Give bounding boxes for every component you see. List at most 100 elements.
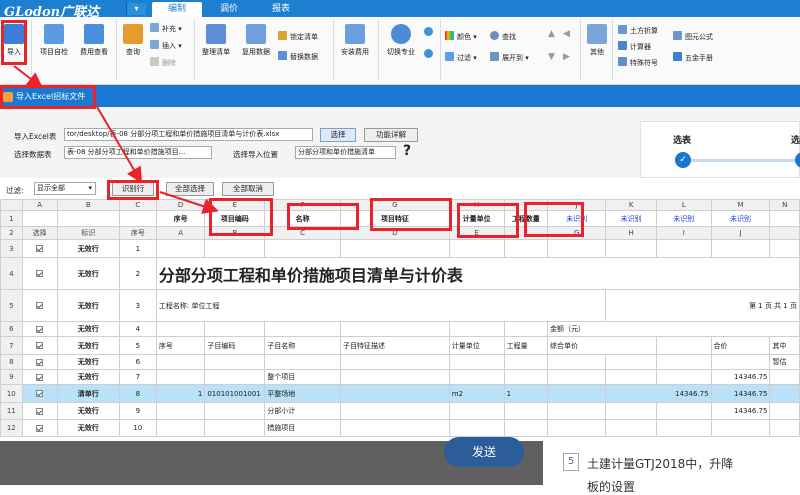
table-cell: 整个项目 (264, 369, 341, 385)
install-fee-button[interactable]: 安装费用 (337, 24, 373, 57)
row-checkbox[interactable] (21, 402, 58, 420)
move-up-icon[interactable]: ▲ (548, 29, 555, 40)
help-icon[interactable]: ? (403, 143, 411, 159)
checkbox-icon[interactable] (36, 325, 44, 333)
table-cell: 计量单位 (448, 336, 505, 355)
excel-path-field[interactable]: tor/desktop/表-08 分部分项工程和单价措施项目清单与计价表.xls… (64, 128, 313, 141)
col-letter: A (21, 199, 58, 211)
row-mark[interactable]: 无效行 (56, 336, 120, 355)
replace-data-button[interactable]: 替换数据 (278, 51, 318, 63)
mapping-cell[interactable]: 未识别 (710, 210, 771, 227)
copy-data-button[interactable]: 复用数据 (238, 24, 274, 57)
checkbox-icon[interactable] (36, 245, 44, 252)
insert-button[interactable]: 插入 ▾ (150, 40, 182, 52)
send-button[interactable]: 发送 (444, 437, 524, 467)
print-icon-button[interactable] (424, 49, 436, 61)
table-cell: 分部小计 (264, 402, 341, 420)
hardware-manual-button[interactable]: 五金手册 (673, 52, 713, 64)
cancel-all-button[interactable]: 全部取消 (222, 182, 274, 196)
identify-rows-button[interactable]: 识别行 (112, 182, 154, 196)
find-button[interactable]: 查找 (490, 31, 516, 43)
row-checkbox[interactable] (21, 384, 58, 403)
row-mark[interactable]: 清单行 (56, 384, 120, 403)
mapping-cell[interactable]: 名称 (264, 210, 341, 227)
mapping-cell[interactable]: 未识别 (547, 210, 607, 227)
row-checkbox[interactable] (21, 239, 58, 258)
row-mark[interactable]: 无效行 (56, 321, 120, 337)
move-right-icon[interactable]: ▶ (563, 52, 570, 63)
row-mark[interactable]: 无效行 (56, 289, 120, 322)
checkbox-icon[interactable] (36, 407, 44, 415)
mapping-cell[interactable]: 未识别 (605, 210, 658, 227)
switch-major-button[interactable]: 切换专业 (382, 24, 420, 57)
col-letter: I (503, 199, 549, 211)
fee-check-button[interactable]: 费用查看 (76, 24, 112, 57)
suggestion-item[interactable]: 5 土建计量GTJ2018中，升降 板的设置 (543, 441, 800, 494)
feature-detail-button[interactable]: 功能详解 (364, 128, 418, 142)
row-checkbox[interactable] (21, 419, 58, 437)
select-file-button[interactable]: 选择 (320, 128, 356, 142)
row-mark[interactable]: 无效行 (56, 419, 120, 437)
project-check-button[interactable]: 项目自检 (36, 24, 72, 57)
select-table-dropdown[interactable]: 表-08 分部分项工程和单价措施项目... (64, 146, 212, 159)
table-cell (769, 210, 800, 227)
query-button[interactable]: 查询 (120, 24, 146, 57)
table-row-selected[interactable]: 10 清单行 8 1 010101001001 平整场地 m2 1 14346.… (0, 384, 800, 403)
row-checkbox[interactable] (21, 369, 58, 385)
tab-adjust-price[interactable]: 调价 (206, 2, 252, 17)
move-left-icon[interactable]: ◀ (563, 29, 570, 40)
suggestion-text: 土建计量GTJ2018中，升降 (587, 457, 734, 471)
organize-list-button[interactable]: 整理清单 (198, 24, 234, 57)
row-mark[interactable]: 无效行 (56, 402, 120, 420)
row-seq: 4 (118, 321, 157, 337)
checkbox-icon[interactable] (36, 302, 44, 309)
move-down-icon[interactable]: ▼ (548, 52, 555, 63)
lock-list-button[interactable]: 锁定清单 (278, 31, 318, 43)
row-mark[interactable]: 无效行 (56, 369, 120, 385)
supplement-button[interactable]: 补充 ▾ (150, 23, 182, 35)
table-cell: 其中 (769, 336, 800, 355)
checkbox-icon[interactable] (36, 358, 44, 366)
import-position-dropdown[interactable]: 分部分项和单价措施清单 (295, 146, 396, 159)
import-button[interactable]: 导入 (2, 24, 26, 57)
row-mark[interactable]: 无效行 (56, 354, 120, 370)
col-header: D (340, 226, 450, 240)
expand-to-button[interactable]: 展开到 ▾ (490, 52, 529, 64)
figure-formula-button[interactable]: 图元公式 (673, 31, 713, 43)
row-checkbox[interactable] (21, 336, 58, 355)
mapping-cell[interactable]: 序号 (155, 210, 206, 227)
row-mark[interactable]: 无效行 (56, 257, 120, 290)
checkbox-icon[interactable] (36, 342, 44, 349)
checkbox-icon[interactable] (36, 270, 44, 277)
filter-button[interactable]: 过滤 ▾ (445, 52, 477, 64)
install-fee-label: 安装费用 (341, 48, 369, 56)
mapping-cell[interactable]: 项目特征 (340, 210, 450, 227)
row-seq: 7 (118, 369, 157, 385)
row-checkbox[interactable] (21, 321, 58, 337)
mapping-cell[interactable]: 计量单位 (448, 210, 505, 227)
col-letter: M (710, 199, 771, 211)
project-check-label: 项目自检 (40, 48, 68, 56)
checkbox-icon[interactable] (36, 373, 44, 381)
calculator-button[interactable]: 计算器 (618, 41, 651, 53)
settings-icon-button[interactable] (424, 27, 436, 39)
row-checkbox[interactable] (21, 289, 58, 322)
color-button[interactable]: 颜色 ▾ (445, 31, 477, 43)
mapping-cell[interactable]: 工程数量 (503, 210, 549, 227)
special-symbol-button[interactable]: 特殊符号 (618, 57, 658, 69)
app-menu-dropdown[interactable]: ▾ (126, 3, 146, 15)
delete-button[interactable]: 删除 (150, 57, 176, 69)
row-checkbox[interactable] (21, 354, 58, 370)
earth-calc-button[interactable]: 土方折算 (618, 25, 658, 37)
other-button[interactable]: 其他 (584, 24, 610, 57)
select-all-button[interactable]: 全部选择 (166, 182, 214, 196)
tab-edit[interactable]: 编制 (152, 2, 202, 17)
filter-dropdown[interactable]: 显示全部 ▾ (34, 182, 96, 195)
mapping-cell[interactable]: 项目编码 (204, 210, 266, 227)
row-checkbox[interactable] (21, 257, 58, 290)
mapping-cell[interactable]: 未识别 (656, 210, 712, 227)
tab-reports[interactable]: 报表 (258, 2, 304, 17)
checkbox-icon[interactable] (36, 390, 44, 397)
row-mark[interactable]: 无效行 (56, 239, 120, 258)
checkbox-icon[interactable] (36, 424, 44, 432)
